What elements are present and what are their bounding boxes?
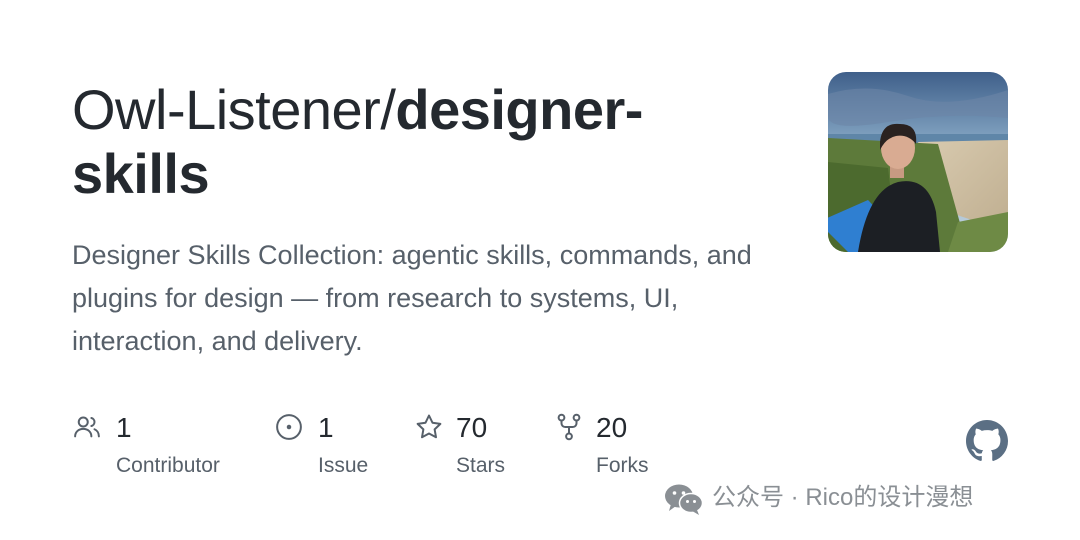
fork-icon xyxy=(557,413,581,441)
issue-icon xyxy=(276,414,302,440)
stat-contributors-label: Contributor xyxy=(116,454,220,477)
stat-stars-label: Stars xyxy=(456,454,506,477)
repo-title[interactable]: Owl-Listener/designer- skills xyxy=(72,78,772,206)
watermark-text: 公众号 · Rico的设计漫想 xyxy=(712,484,974,511)
people-icon xyxy=(74,416,100,438)
repo-name-line2[interactable]: skills xyxy=(72,142,210,205)
stat-issues-value: 1 xyxy=(318,412,334,443)
stat-contributors-value: 1 xyxy=(116,412,132,443)
github-logo-icon[interactable] xyxy=(966,420,1008,462)
stat-issues-label: Issue xyxy=(318,454,369,477)
stat-stars-value: 70 xyxy=(456,412,488,443)
repo-owner[interactable]: Owl-Listener/ xyxy=(72,78,396,141)
repo-name-line1[interactable]: designer- xyxy=(395,78,643,141)
stat-forks-value: 20 xyxy=(596,412,628,443)
owner-avatar xyxy=(828,72,1008,252)
star-icon xyxy=(416,414,442,439)
wechat-icon xyxy=(665,484,704,515)
repo-description: Designer Skills Collection: agentic skil… xyxy=(72,240,752,356)
stat-forks-label: Forks xyxy=(596,454,649,477)
